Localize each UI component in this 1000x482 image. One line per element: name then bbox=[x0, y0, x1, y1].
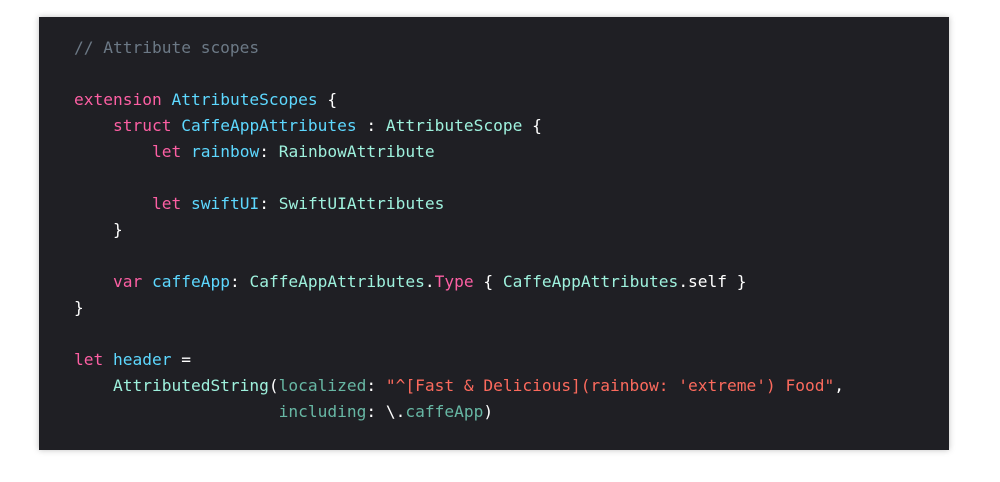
code-line: } bbox=[74, 217, 844, 243]
code-line: let swiftUI: SwiftUIAttributes bbox=[74, 191, 844, 217]
code-token-keyword: Type bbox=[434, 272, 474, 291]
code-token-plain: } bbox=[74, 220, 123, 239]
code-line: extension AttributeScopes { bbox=[74, 87, 844, 113]
code-token-keyword: let bbox=[151, 194, 182, 213]
code-token-type-decl: rainbow bbox=[190, 142, 260, 161]
code-token-type-decl: caffeApp bbox=[151, 272, 230, 291]
code-token-type-ref: CaffeAppAttributes bbox=[502, 272, 679, 291]
code-token-type-decl: AttributeScopes bbox=[171, 90, 318, 109]
code-line: let rainbow: RainbowAttribute bbox=[74, 139, 844, 165]
code-token-plain: : \. bbox=[366, 402, 406, 421]
code-line: // Attribute scopes bbox=[74, 35, 844, 61]
code-line: let header = bbox=[74, 347, 844, 373]
code-token-keyword: let bbox=[74, 350, 104, 369]
code-snippet-panel: // Attribute scopes extension AttributeSc… bbox=[39, 17, 949, 450]
code-block: // Attribute scopes extension AttributeSc… bbox=[74, 35, 844, 425]
code-token-keyword: let bbox=[151, 142, 182, 161]
code-token-plain: .self } bbox=[678, 272, 747, 291]
code-token-plain: : bbox=[366, 376, 386, 395]
code-token-plain: : bbox=[259, 142, 279, 161]
code-token-comment: // Attribute scopes bbox=[74, 38, 260, 57]
code-token-plain: : bbox=[356, 116, 386, 135]
code-token-plain: { bbox=[473, 272, 503, 291]
code-token-identifier: caffeApp bbox=[405, 402, 484, 421]
code-token-type-ref: CaffeAppAttributes bbox=[249, 272, 425, 291]
code-token-type-ref: AttributedString bbox=[112, 376, 269, 395]
code-token-type-ref: AttributeScope bbox=[385, 116, 523, 135]
code-token-plain: { bbox=[317, 90, 338, 109]
code-token-plain: : bbox=[259, 194, 279, 213]
code-token-string: "^[Fast & Delicious](rainbow: 'extreme')… bbox=[385, 376, 835, 395]
code-line: struct CaffeAppAttributes : AttributeSco… bbox=[74, 113, 844, 139]
code-token-keyword: extension bbox=[74, 90, 162, 109]
code-token-type-decl: CaffeAppAttributes bbox=[181, 116, 357, 135]
code-token-plain: } bbox=[74, 298, 84, 317]
code-line: including: \.caffeApp) bbox=[74, 399, 844, 425]
code-token-plain: { bbox=[522, 116, 542, 135]
code-token-keyword: var bbox=[112, 272, 143, 291]
code-token-identifier: including bbox=[278, 402, 367, 421]
code-line: var caffeApp: CaffeAppAttributes.Type { … bbox=[74, 269, 844, 295]
code-token-type-ref: SwiftUIAttributes bbox=[278, 194, 445, 213]
code-token-plain: ( bbox=[268, 376, 279, 395]
code-token-plain: = bbox=[171, 350, 191, 369]
code-token-type-decl: swiftUI bbox=[190, 194, 260, 213]
code-token-plain: ) bbox=[483, 402, 494, 421]
code-line: } bbox=[74, 295, 844, 321]
code-line: AttributedString(localized: "^[Fast & De… bbox=[74, 373, 844, 399]
code-token-plain: . bbox=[424, 272, 435, 291]
code-token-plain: , bbox=[834, 376, 844, 395]
code-token-keyword: struct bbox=[112, 116, 172, 135]
code-token-identifier: localized bbox=[278, 376, 367, 395]
code-token-type-ref: RainbowAttribute bbox=[278, 142, 435, 161]
code-token-type-decl: header bbox=[113, 350, 172, 369]
code-token-plain: : bbox=[229, 272, 250, 291]
